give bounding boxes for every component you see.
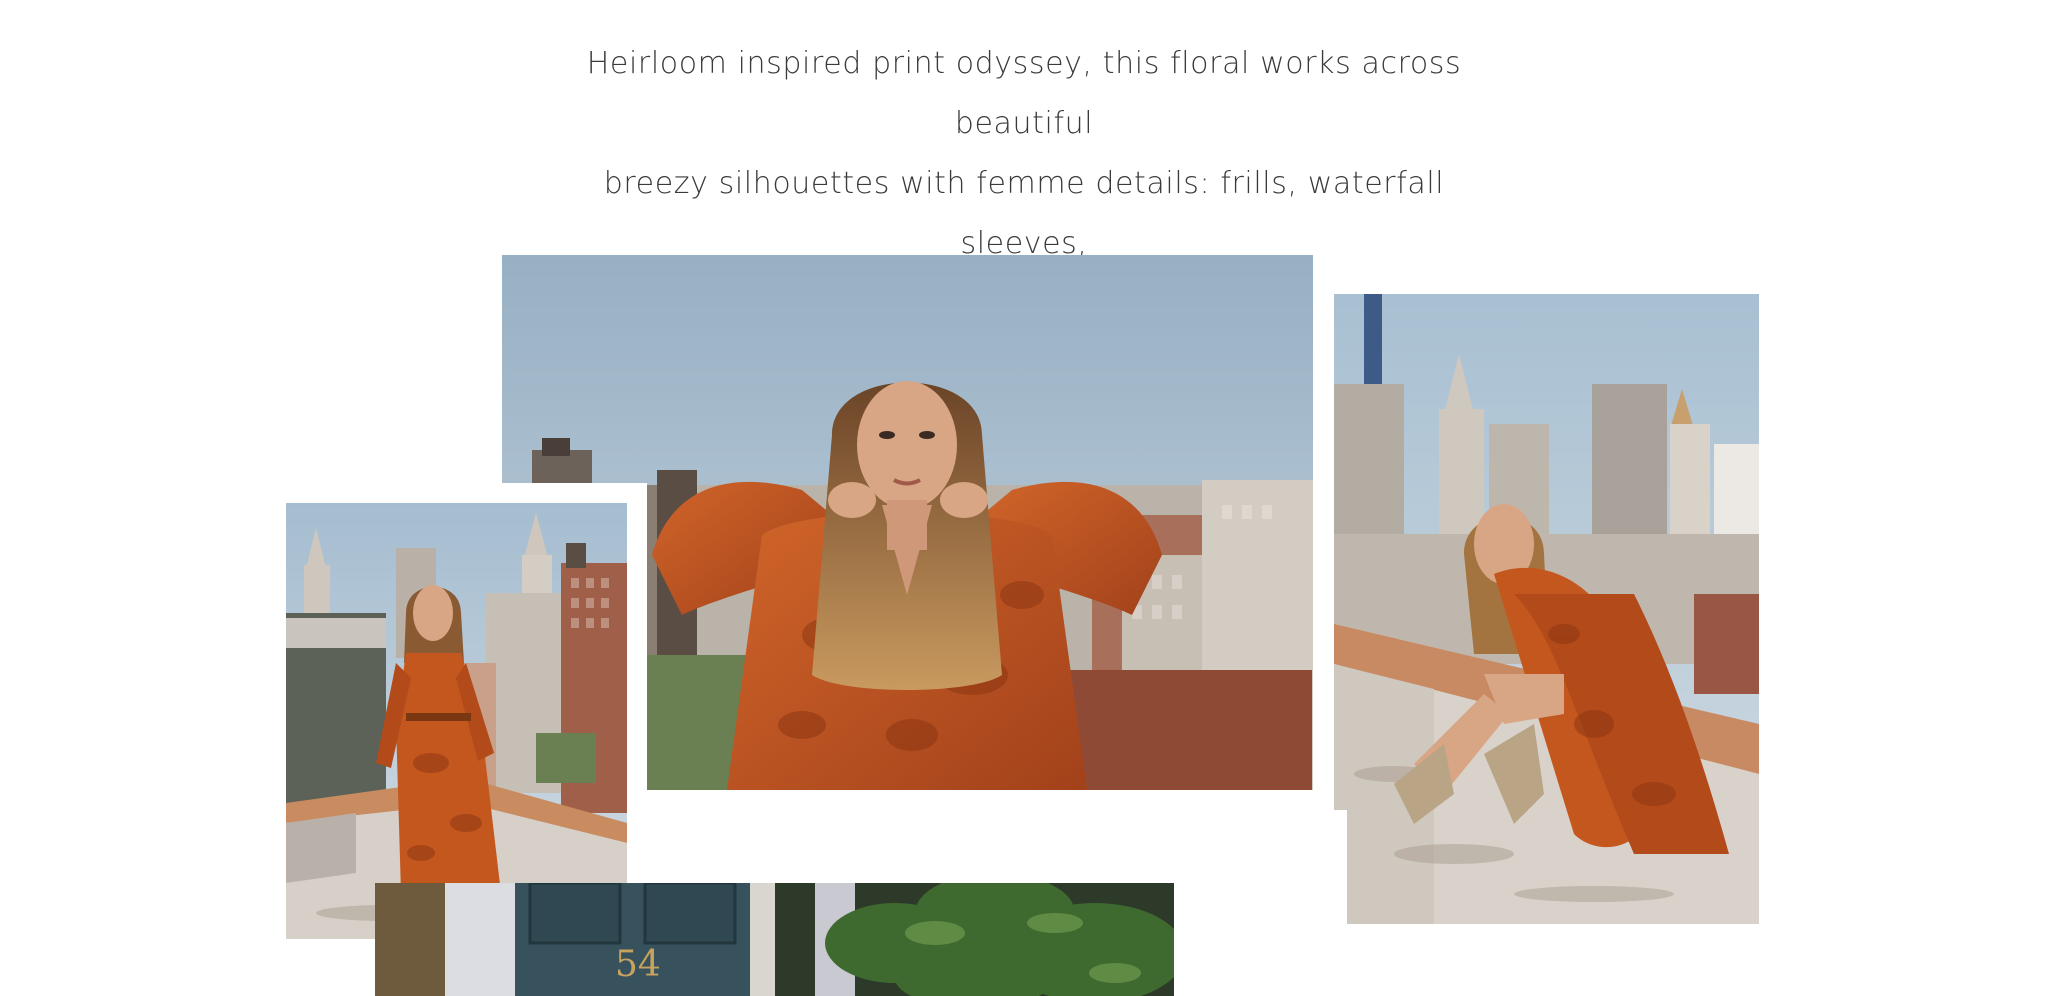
- lookbook-page: Heirloom inspired print odyssey, this fl…: [0, 0, 2048, 996]
- seated-rooftop-photo[interactable]: [1334, 294, 1759, 924]
- intro-line-1: Heirloom inspired print odyssey, this fl…: [586, 46, 1462, 141]
- door-number: 54: [615, 944, 661, 985]
- door-photo-image: 54: [375, 883, 1174, 996]
- standing-rooftop-photo[interactable]: [286, 503, 627, 939]
- seated-rooftop-photo-image: [1334, 294, 1759, 924]
- door-photo[interactable]: 54: [375, 883, 1174, 996]
- standing-rooftop-photo-image: [286, 503, 627, 939]
- photo-mat: [1277, 810, 1347, 924]
